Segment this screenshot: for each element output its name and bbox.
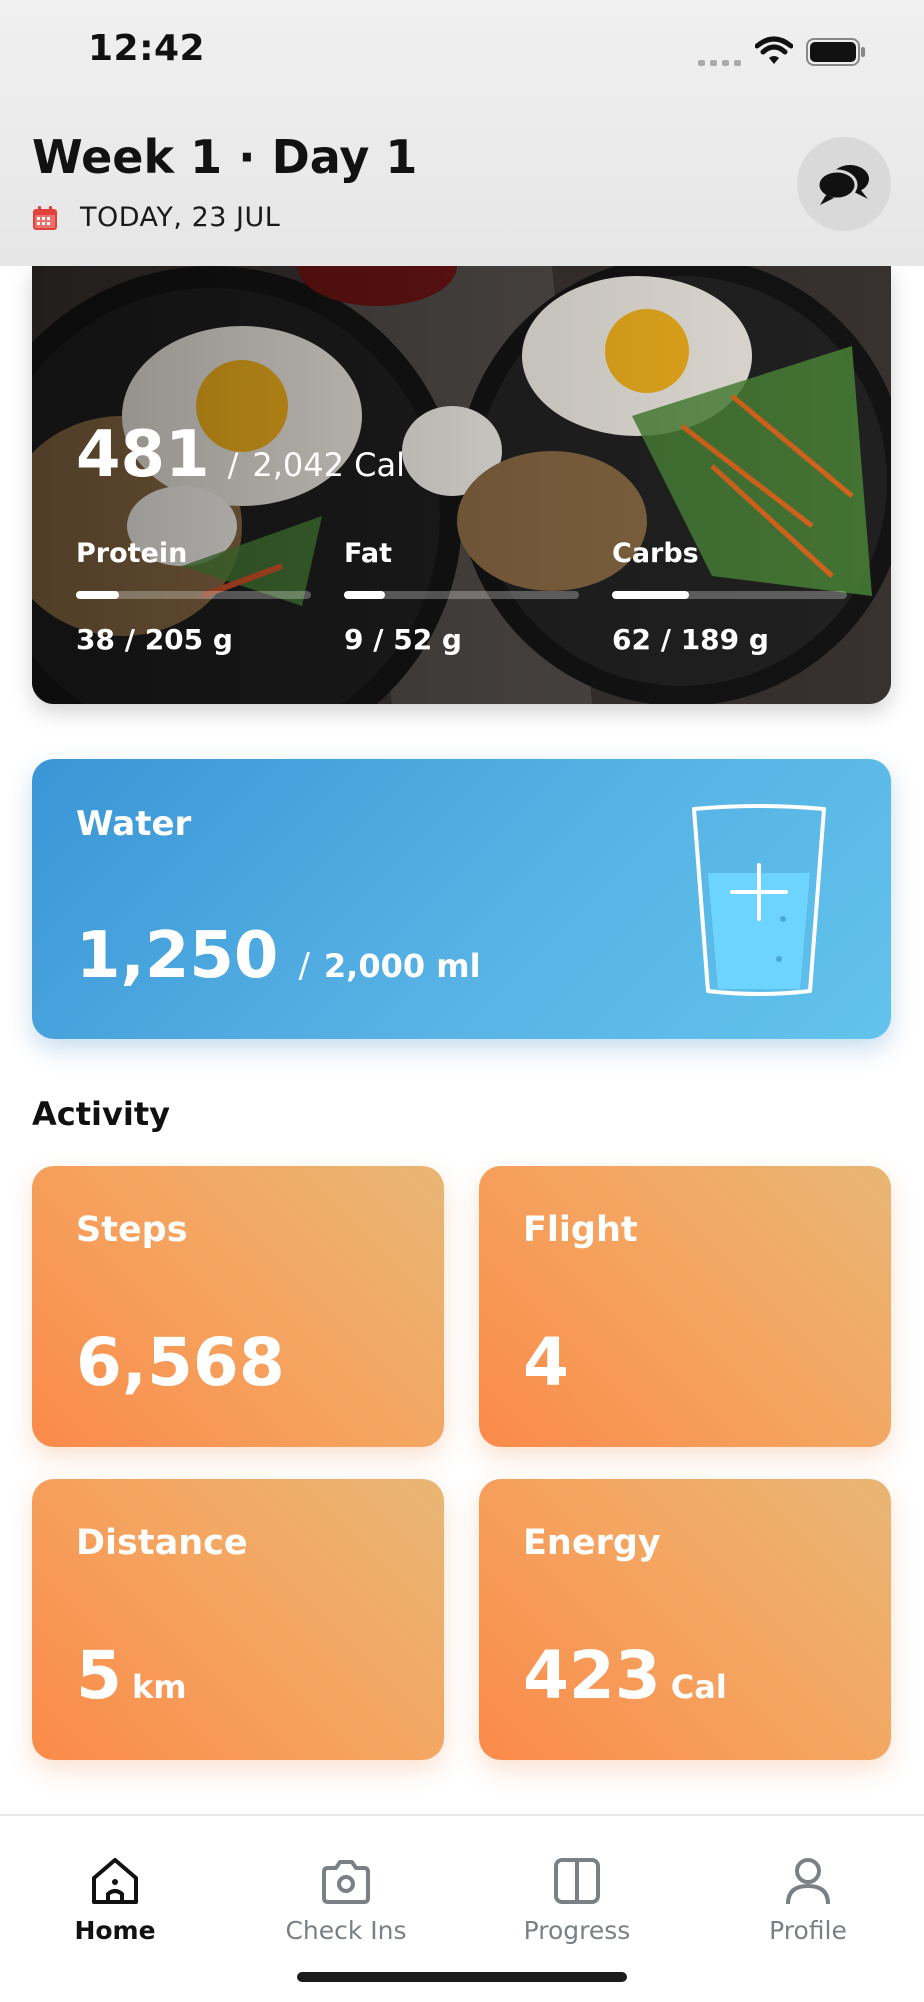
energy-card[interactable]: Energy 423 Cal [479,1479,891,1760]
macro-progress-track [612,591,847,599]
home-indicator [297,1972,627,1982]
macro-progress-fill [612,591,690,599]
cellular-signal-icon [698,60,741,66]
calories-target: 2,042 Cal [252,446,405,484]
tab-label: Profile [769,1916,847,1945]
flight-card[interactable]: Flight 4 [479,1166,891,1447]
water-amount-row: 1,250 / 2,000 ml [76,919,481,993]
meal-summary-card[interactable]: 481 / 2,042 Cal Protein 38 / 205 g Fat 9… [32,266,891,704]
calories-eaten: 481 [76,418,210,492]
activity-value: 6,568 [76,1324,285,1401]
tab-label: Home [74,1916,156,1945]
macro-progress-track [344,591,579,599]
macro-progress-track [76,591,311,599]
macro-value: 62 / 189 g [612,623,769,656]
water-separator: / [298,946,310,986]
header: 12:42 Week 1 · Day 1 TODAY, 23 JUL [0,0,924,266]
calories-row: 481 / 2,042 Cal [76,418,405,492]
activity-label: Flight [523,1210,638,1250]
water-target: 2,000 ml [323,947,481,985]
water-consumed: 1,250 [76,919,279,993]
tab-check-ins[interactable]: Check Ins [246,1856,446,1945]
activity-value: 5 [76,1637,122,1714]
macro-value: 38 / 205 g [76,623,233,656]
status-bar: 12:42 [0,0,924,110]
activity-value-row: 6,568 [76,1324,295,1401]
activity-value: 4 [523,1324,569,1401]
macro-protein: Protein 38 / 205 g [76,538,316,656]
calendar-icon [33,205,57,230]
macro-fat: Fat 9 / 52 g [344,538,584,656]
tab-label: Progress [523,1916,631,1945]
date-label: TODAY, 23 JUL [80,202,281,233]
camera-icon [322,1860,370,1904]
water-label: Water [76,804,192,844]
activity-value: 423 [523,1637,661,1714]
activity-value-row: 4 [523,1324,579,1401]
activity-label: Energy [523,1523,661,1563]
battery-icon [806,38,865,66]
tab-progress[interactable]: Progress [477,1856,677,1945]
chat-button[interactable] [797,137,891,231]
activity-value-row: 5 km [76,1637,187,1714]
activity-label: Distance [76,1523,248,1563]
tab-home[interactable]: Home [15,1856,215,1945]
status-time: 12:42 [88,28,206,69]
water-glass-plus-icon[interactable] [690,803,828,999]
distance-card[interactable]: Distance 5 km [32,1479,444,1760]
macro-progress-fill [344,591,385,599]
macro-label: Fat [344,538,392,569]
macro-label: Carbs [612,538,699,569]
macro-label: Protein [76,538,188,569]
activity-value-row: 423 Cal [523,1637,727,1714]
calories-separator: / [227,446,239,484]
activity-label: Steps [76,1210,188,1250]
steps-card[interactable]: Steps 6,568 [32,1166,444,1447]
tab-profile[interactable]: Profile [708,1856,908,1945]
macro-value: 9 / 52 g [344,623,462,656]
activity-section-title: Activity [32,1095,170,1133]
macro-carbs: Carbs 62 / 189 g [612,538,852,656]
activity-unit: Cal [670,1668,727,1706]
home-icon [92,1858,138,1904]
chat-bubbles-icon [816,165,869,205]
page-title: Week 1 · Day 1 [32,130,418,184]
tab-label: Check Ins [285,1916,407,1945]
person-icon [786,1858,830,1905]
wifi-icon [755,36,793,64]
split-view-icon [554,1858,600,1904]
water-card[interactable]: Water 1,250 / 2,000 ml [32,759,891,1039]
activity-unit: km [131,1668,187,1706]
macro-progress-fill [76,591,120,599]
date-row: TODAY, 23 JUL [32,202,280,233]
